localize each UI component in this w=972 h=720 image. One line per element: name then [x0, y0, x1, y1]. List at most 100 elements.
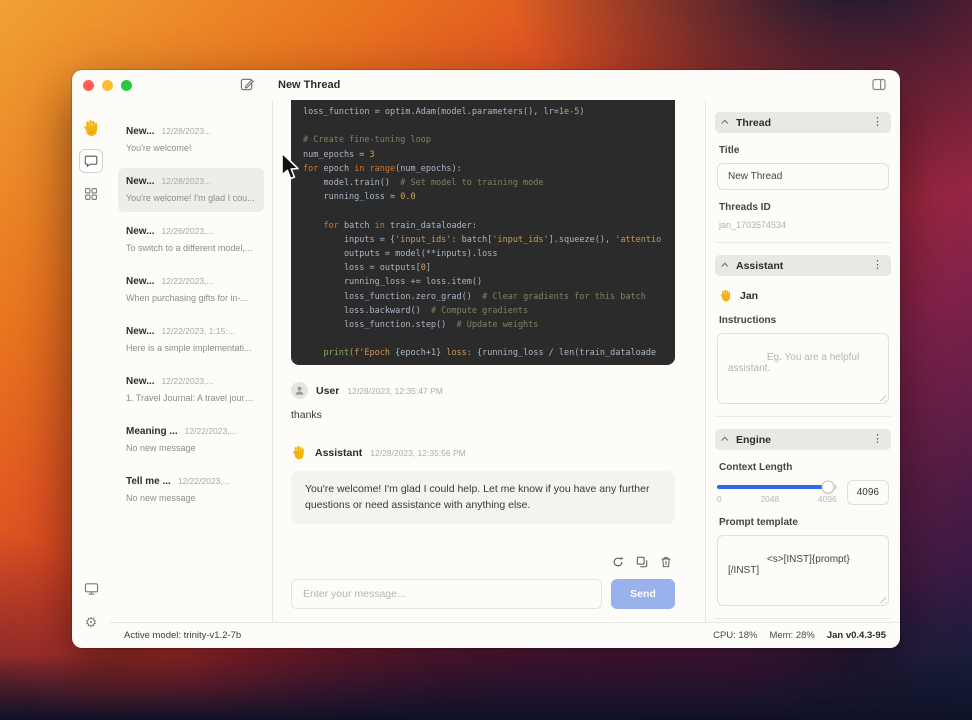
- thread-item-preview: 1. Travel Journal: A travel journ...: [126, 393, 256, 403]
- nav-chat[interactable]: [79, 149, 103, 173]
- chat-scroll-area[interactable]: loss_function = optim.Adam(model.paramet…: [291, 100, 675, 544]
- thread-item-title: New...: [126, 276, 155, 287]
- user-avatar: [291, 382, 308, 399]
- message-timestamp: 12/28/2023, 12:35:56 PM: [370, 448, 466, 458]
- nav-system-monitor[interactable]: [79, 577, 103, 601]
- instructions-label: Instructions: [719, 315, 777, 326]
- context-length-value[interactable]: 4096: [846, 480, 889, 505]
- active-model-status: Active model: trinity-v1.2-7b: [124, 630, 242, 641]
- chevron-up-icon: [721, 119, 729, 127]
- slider-handle[interactable]: [821, 480, 835, 494]
- wave-hand-icon: [83, 119, 97, 136]
- thread-item-title: Meaning ...: [126, 426, 178, 437]
- engine-section-header[interactable]: Engine ⋮: [715, 429, 891, 450]
- thread-item-preview: To switch to a different model,...: [126, 243, 253, 253]
- kebab-menu-icon[interactable]: ⋮: [872, 117, 883, 128]
- chevron-up-icon: [721, 436, 729, 444]
- thread-list-item[interactable]: Tell me ... 12/22/2023,... No new messag…: [118, 468, 264, 512]
- sidebar-toggle-icon: [872, 78, 886, 91]
- traffic-lights: [83, 80, 132, 91]
- cpu-status: CPU: 18%: [713, 630, 758, 641]
- thread-item-date: 12/22/2023,...: [184, 426, 237, 436]
- thread-list-item[interactable]: New... 12/22/2023,... When purchasing gi…: [118, 268, 264, 312]
- message-author: User: [316, 384, 340, 397]
- thread-list-item[interactable]: New... 12/22/2023,... 1. Travel Journal:…: [118, 368, 264, 412]
- thread-item-preview: Here is a simple implementati...: [126, 343, 252, 353]
- wave-hand-icon: [292, 445, 304, 460]
- thread-section-header[interactable]: Thread ⋮: [715, 112, 891, 133]
- toggle-right-panel-button[interactable]: [872, 78, 886, 96]
- message-timestamp: 12/28/2023, 12:35:47 PM: [347, 385, 443, 396]
- threads-id-value: jan_1703574534: [719, 220, 787, 230]
- context-length-slider[interactable]: [717, 480, 837, 494]
- kebab-menu-icon[interactable]: ⋮: [872, 434, 883, 445]
- grid-icon: [85, 188, 97, 200]
- trash-icon: [661, 557, 671, 568]
- chat-bubble-icon: [84, 155, 98, 168]
- nav-settings[interactable]: ⚙: [79, 610, 103, 634]
- thread-list-item[interactable]: New... 12/28/2023... You're welcome!: [118, 118, 264, 162]
- thread-list-item[interactable]: Meaning ... 12/22/2023,... No new messag…: [118, 418, 264, 462]
- section-title: Assistant: [736, 259, 784, 272]
- resize-handle[interactable]: [878, 595, 886, 603]
- monitor-icon: [84, 583, 98, 595]
- close-button[interactable]: [83, 80, 94, 91]
- thread-title-input[interactable]: New Thread: [717, 163, 889, 190]
- mem-status: Mem: 28%: [769, 630, 815, 641]
- instructions-textarea[interactable]: Eg. You are a helpful assistant.: [717, 333, 889, 404]
- thread-item-preview: No new message: [126, 443, 196, 453]
- settings-panel: Thread ⋮ Title New Thread Threads ID jan…: [705, 100, 900, 622]
- send-button[interactable]: Send: [611, 579, 675, 609]
- edit-icon: [240, 78, 254, 91]
- person-icon: [295, 386, 304, 395]
- code-block: loss_function = optim.Adam(model.paramet…: [291, 100, 675, 365]
- minimize-button[interactable]: [102, 80, 113, 91]
- prompt-template-value: <s>[INST]{prompt} [/INST]: [728, 554, 850, 576]
- assistant-section: Assistant ⋮ Jan Instructions Eg. You are…: [715, 255, 891, 417]
- kebab-menu-icon[interactable]: ⋮: [872, 260, 883, 271]
- copy-button[interactable]: [633, 553, 651, 571]
- thread-list-item[interactable]: New... 12/26/2023,... To switch to a dif…: [118, 218, 264, 262]
- gear-icon: ⚙: [84, 614, 98, 630]
- message-input[interactable]: [291, 579, 602, 609]
- status-bar: Active model: trinity-v1.2-7b CPU: 18% M…: [110, 622, 900, 648]
- resize-handle[interactable]: [878, 393, 886, 401]
- thread-item-date: 12/28/2023...: [161, 126, 212, 136]
- assistant-section-header[interactable]: Assistant ⋮: [715, 255, 891, 276]
- thread-item-date: 12/22/2023,...: [161, 376, 214, 386]
- title-label: Title: [719, 145, 740, 156]
- app-logo: [79, 116, 103, 140]
- app-version: Jan v0.4.3-95: [826, 630, 886, 641]
- assistant-identity: Jan: [719, 289, 887, 303]
- thread-item-preview: You're welcome! I'm glad I cou...: [126, 193, 255, 203]
- thread-section: Thread ⋮ Title New Thread Threads ID jan…: [715, 112, 891, 243]
- nav-hub[interactable]: [79, 182, 103, 206]
- wave-hand-icon: [720, 289, 731, 302]
- thread-item-preview: You're welcome!: [126, 143, 192, 153]
- chat-main: loss_function = optim.Adam(model.paramet…: [273, 100, 705, 622]
- message-header-user: User 12/28/2023, 12:35:47 PM: [291, 382, 675, 399]
- thread-list-item[interactable]: New... 12/28/2023... You're welcome! I'm…: [118, 168, 264, 212]
- thread-item-date: 12/22/2023,...: [177, 476, 230, 486]
- thread-item-title: New...: [126, 126, 155, 137]
- zoom-button[interactable]: [121, 80, 132, 91]
- thread-list-item[interactable]: New... 12/22/2023, 1:15:... Here is a si…: [118, 318, 264, 362]
- prompt-template-textarea[interactable]: <s>[INST]{prompt} [/INST]: [717, 535, 889, 606]
- section-title: Thread: [736, 116, 772, 129]
- app-window: New Thread ⚙ New... 12/28/2023... You're…: [72, 70, 900, 648]
- assistant-message-bubble: You're welcome! I'm glad I could help. L…: [291, 471, 675, 524]
- section-title: Engine: [736, 433, 772, 446]
- instructions-placeholder: Eg. You are a helpful assistant.: [728, 352, 862, 374]
- thread-item-date: 12/22/2023, 1:15:...: [161, 326, 235, 336]
- message-text: thanks: [291, 409, 322, 421]
- composer: Send: [291, 579, 675, 609]
- assistant-name: Jan: [740, 290, 759, 302]
- thread-item-title: Tell me ...: [126, 476, 171, 487]
- thread-item-date: 12/28/2023...: [161, 176, 212, 186]
- titlebar: New Thread: [72, 70, 900, 100]
- delete-button[interactable]: [657, 553, 675, 571]
- thread-list: New... 12/28/2023... You're welcome! New…: [110, 100, 273, 622]
- regenerate-button[interactable]: [609, 553, 627, 571]
- threads-id-label: Threads ID: [719, 202, 771, 213]
- new-thread-button[interactable]: [240, 77, 255, 97]
